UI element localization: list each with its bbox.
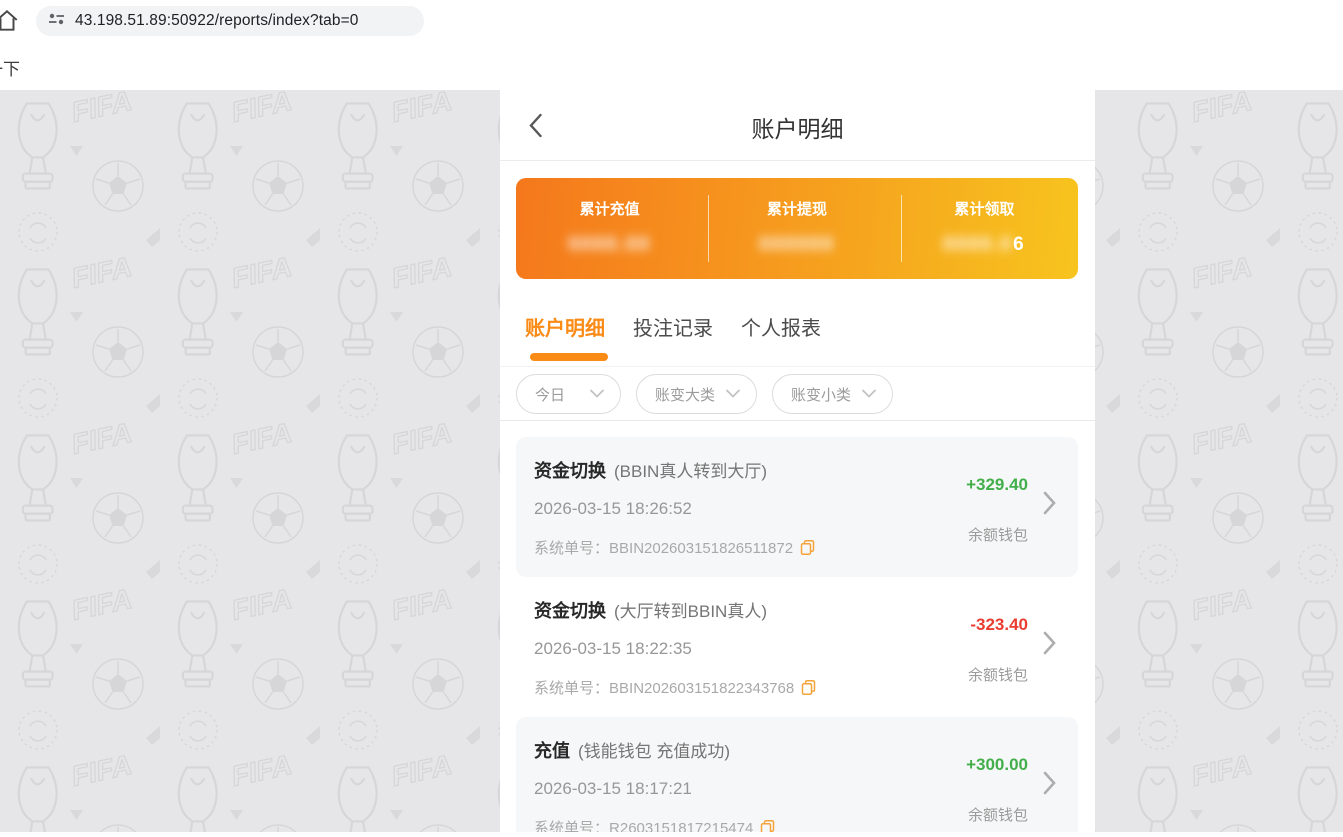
chevron-right-icon[interactable]	[1043, 631, 1056, 660]
summary-label: 累计领取	[954, 201, 1015, 218]
transaction-wallet: 余额钱包	[967, 527, 1028, 544]
transaction-order: 系统单号：BBIN202603151822343768	[534, 677, 816, 698]
summary-divider	[901, 195, 902, 262]
minor-category-dropdown[interactable]: 账变小类	[772, 374, 893, 414]
transaction-wallet: 余额钱包	[967, 667, 1028, 684]
chevron-down-icon	[862, 385, 876, 403]
transaction-amount: +329.40	[966, 475, 1028, 494]
summary-total-deposit: 累计充值 8888.88	[516, 178, 703, 279]
transaction-row[interactable]: 资金切换 (BBIN真人转到大厅) 2026-03-15 18:26:52 系统…	[516, 437, 1078, 577]
transaction-datetime: 2026-03-15 18:22:35	[534, 639, 692, 658]
summary-label: 累计提现	[766, 201, 827, 218]
home-icon[interactable]	[0, 8, 21, 39]
transaction-datetime: 2026-03-15 18:26:52	[534, 499, 692, 518]
transaction-list: 资金切换 (BBIN真人转到大厅) 2026-03-15 18:26:52 系统…	[516, 437, 1078, 832]
transaction-wallet: 余额钱包	[967, 807, 1028, 824]
tabs-divider	[500, 366, 1095, 367]
summary-divider	[708, 195, 709, 262]
copy-icon[interactable]	[801, 679, 816, 696]
filter-bar: 今日 账变大类 账变小类	[516, 374, 893, 414]
summary-value-masked: 8888.88	[568, 234, 651, 255]
transaction-amount: +300.00	[966, 755, 1028, 774]
transaction-title: 资金切换 (BBIN真人转到大厅)	[534, 461, 767, 481]
tab-bet-records[interactable]: 投注记录	[633, 312, 713, 341]
chevron-right-icon[interactable]	[1043, 491, 1056, 520]
transaction-datetime: 2026-03-15 18:17:21	[534, 779, 692, 798]
summary-label: 累计充值	[579, 201, 640, 218]
transaction-row[interactable]: 充值 (钱能钱包 充值成功) 2026-03-15 18:17:21 系统单号：…	[516, 717, 1078, 832]
copy-icon[interactable]	[760, 819, 775, 832]
transaction-order: 系统单号：BBIN202603151826511872	[534, 537, 815, 558]
url-text[interactable]: 43.198.51.89:50922/reports/index?tab=0	[75, 12, 358, 30]
chevron-down-icon	[726, 385, 740, 403]
transaction-title: 充值 (钱能钱包 充值成功)	[534, 741, 731, 761]
app-view: 账户明细 累计充值 8888.88 累计提现 888888 累计领取 8888.…	[500, 90, 1095, 832]
tab-account-detail[interactable]: 账户明细	[525, 312, 605, 341]
transaction-title: 资金切换 (大厅转到BBIN真人)	[534, 601, 767, 621]
summary-value-masked: 8888.8 6	[942, 234, 1026, 255]
transaction-amount: -323.40	[970, 615, 1028, 634]
active-tab-indicator	[530, 353, 608, 361]
page-title: 账户明细	[751, 116, 844, 142]
chevron-right-icon[interactable]	[1043, 771, 1056, 800]
transaction-row[interactable]: 资金切换 (大厅转到BBIN真人) 2026-03-15 18:22:35 系统…	[516, 577, 1078, 717]
summary-value-masked: 888888	[759, 234, 835, 255]
report-tabs: 账户明细 投注记录 个人报表	[525, 312, 821, 341]
date-filter-dropdown[interactable]: 今日	[516, 374, 621, 414]
page-top-strip: 一下	[0, 42, 1343, 90]
summary-card: 累计充值 8888.88 累计提现 888888 累计领取 8888.8 6	[516, 178, 1078, 279]
major-category-dropdown[interactable]: 账变大类	[636, 374, 757, 414]
summary-total-withdraw: 累计提现 888888	[703, 178, 890, 279]
browser-toolbar: 43.198.51.89:50922/reports/index?tab=0	[0, 0, 1343, 42]
section-divider	[500, 420, 1095, 421]
site-permissions-icon[interactable]	[48, 12, 65, 31]
tab-personal-report[interactable]: 个人报表	[741, 312, 821, 341]
app-header: 账户明细	[500, 90, 1095, 161]
screen: { "browser": { "url": "43.198.51.89:5092…	[0, 0, 1343, 832]
copy-icon[interactable]	[800, 539, 815, 556]
summary-total-claimed: 累计领取 8888.8 6	[891, 178, 1078, 279]
transaction-order: 系统单号：R2603151817215474	[534, 817, 775, 832]
address-bar[interactable]: 43.198.51.89:50922/reports/index?tab=0	[36, 6, 424, 36]
clipped-page-text: 一下	[0, 60, 20, 79]
chevron-down-icon	[590, 385, 604, 403]
